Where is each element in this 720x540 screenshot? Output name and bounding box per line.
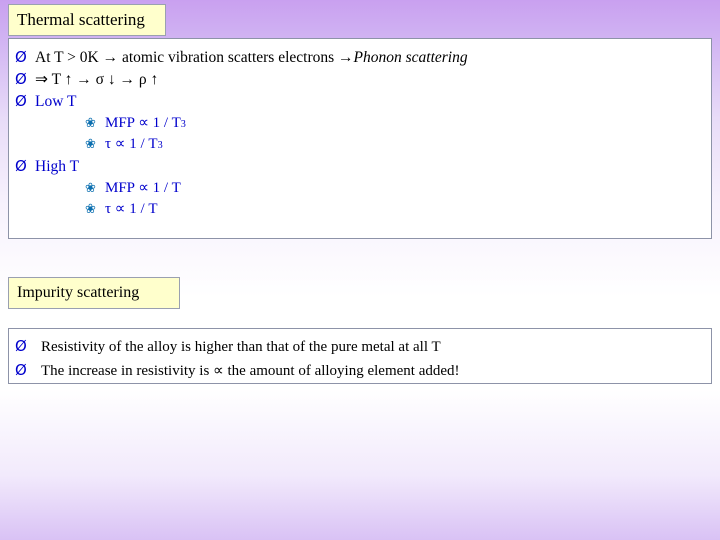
slide: Thermal scattering Ø At T > 0K → atomic … [0,0,720,540]
thermal-line-4-exponent: 3 [180,119,186,130]
thermal-line-8: ❀ τ ∝ 1 / T [85,199,705,220]
thermal-line-1-text-b: Phonon scattering [353,49,468,66]
arrow-bullet-icon: Ø [15,92,27,110]
thermal-scattering-content-box: Ø At T > 0K → atomic vibration scatters … [8,38,712,239]
impurity-scattering-content-box: Ø Resistivity of the alloy is higher tha… [8,328,712,384]
impurity-line-1: Ø Resistivity of the alloy is higher tha… [15,335,705,359]
thermal-line-7-text: MFP ∝ 1 / T [105,179,181,196]
thermal-line-1: Ø At T > 0K → atomic vibration scatters … [15,47,705,69]
thermal-line-1-text-a: At T > 0K → atomic vibration scatters el… [35,49,354,66]
arrow-bullet-icon: Ø [15,156,27,175]
impurity-scattering-title-text: Impurity scattering [17,284,140,301]
impurity-line-2-text: The increase in resistivity is ∝ the amo… [41,362,460,379]
thermal-line-7: ❀ MFP ∝ 1 / T [85,178,705,199]
impurity-line-1-text: Resistivity of the alloy is higher than … [41,339,441,355]
arrow-bullet-icon: Ø [15,337,27,355]
thermal-line-5-exponent: 3 [157,140,163,152]
impurity-line-2: Ø The increase in resistivity is ∝ the a… [15,359,705,383]
thermal-line-3: Ø Low T [15,91,705,113]
thermal-line-4-text: MFP ∝ 1 / T [105,115,181,131]
arrow-bullet-icon: Ø [15,360,27,379]
flower-bullet-icon: ❀ [85,116,96,131]
thermal-line-4: ❀ MFP ∝ 1 / T3 [85,113,705,134]
thermal-line-6-text: High T [35,157,80,175]
thermal-line-2: Ø ⇒ T ↑ → σ ↓ → ρ ↑ [15,69,705,91]
thermal-line-2-text: ⇒ T ↑ → σ ↓ → ρ ↑ [35,71,159,88]
arrow-bullet-icon: Ø [15,70,27,88]
flower-bullet-icon: ❀ [85,137,96,153]
thermal-scattering-title-box: Thermal scattering [8,4,166,36]
flower-bullet-icon: ❀ [85,201,96,217]
flower-bullet-icon: ❀ [85,180,96,196]
thermal-scattering-title-text: Thermal scattering [17,10,145,29]
thermal-line-5: ❀ τ ∝ 1 / T3 [85,134,705,155]
thermal-line-3-text: Low T [35,93,77,110]
thermal-line-8-text: τ ∝ 1 / T [105,200,158,217]
arrow-bullet-icon: Ø [15,48,27,66]
thermal-line-6: Ø High T [15,156,705,178]
thermal-line-5-text: τ ∝ 1 / T [105,136,158,153]
impurity-scattering-title-box: Impurity scattering [8,277,180,309]
